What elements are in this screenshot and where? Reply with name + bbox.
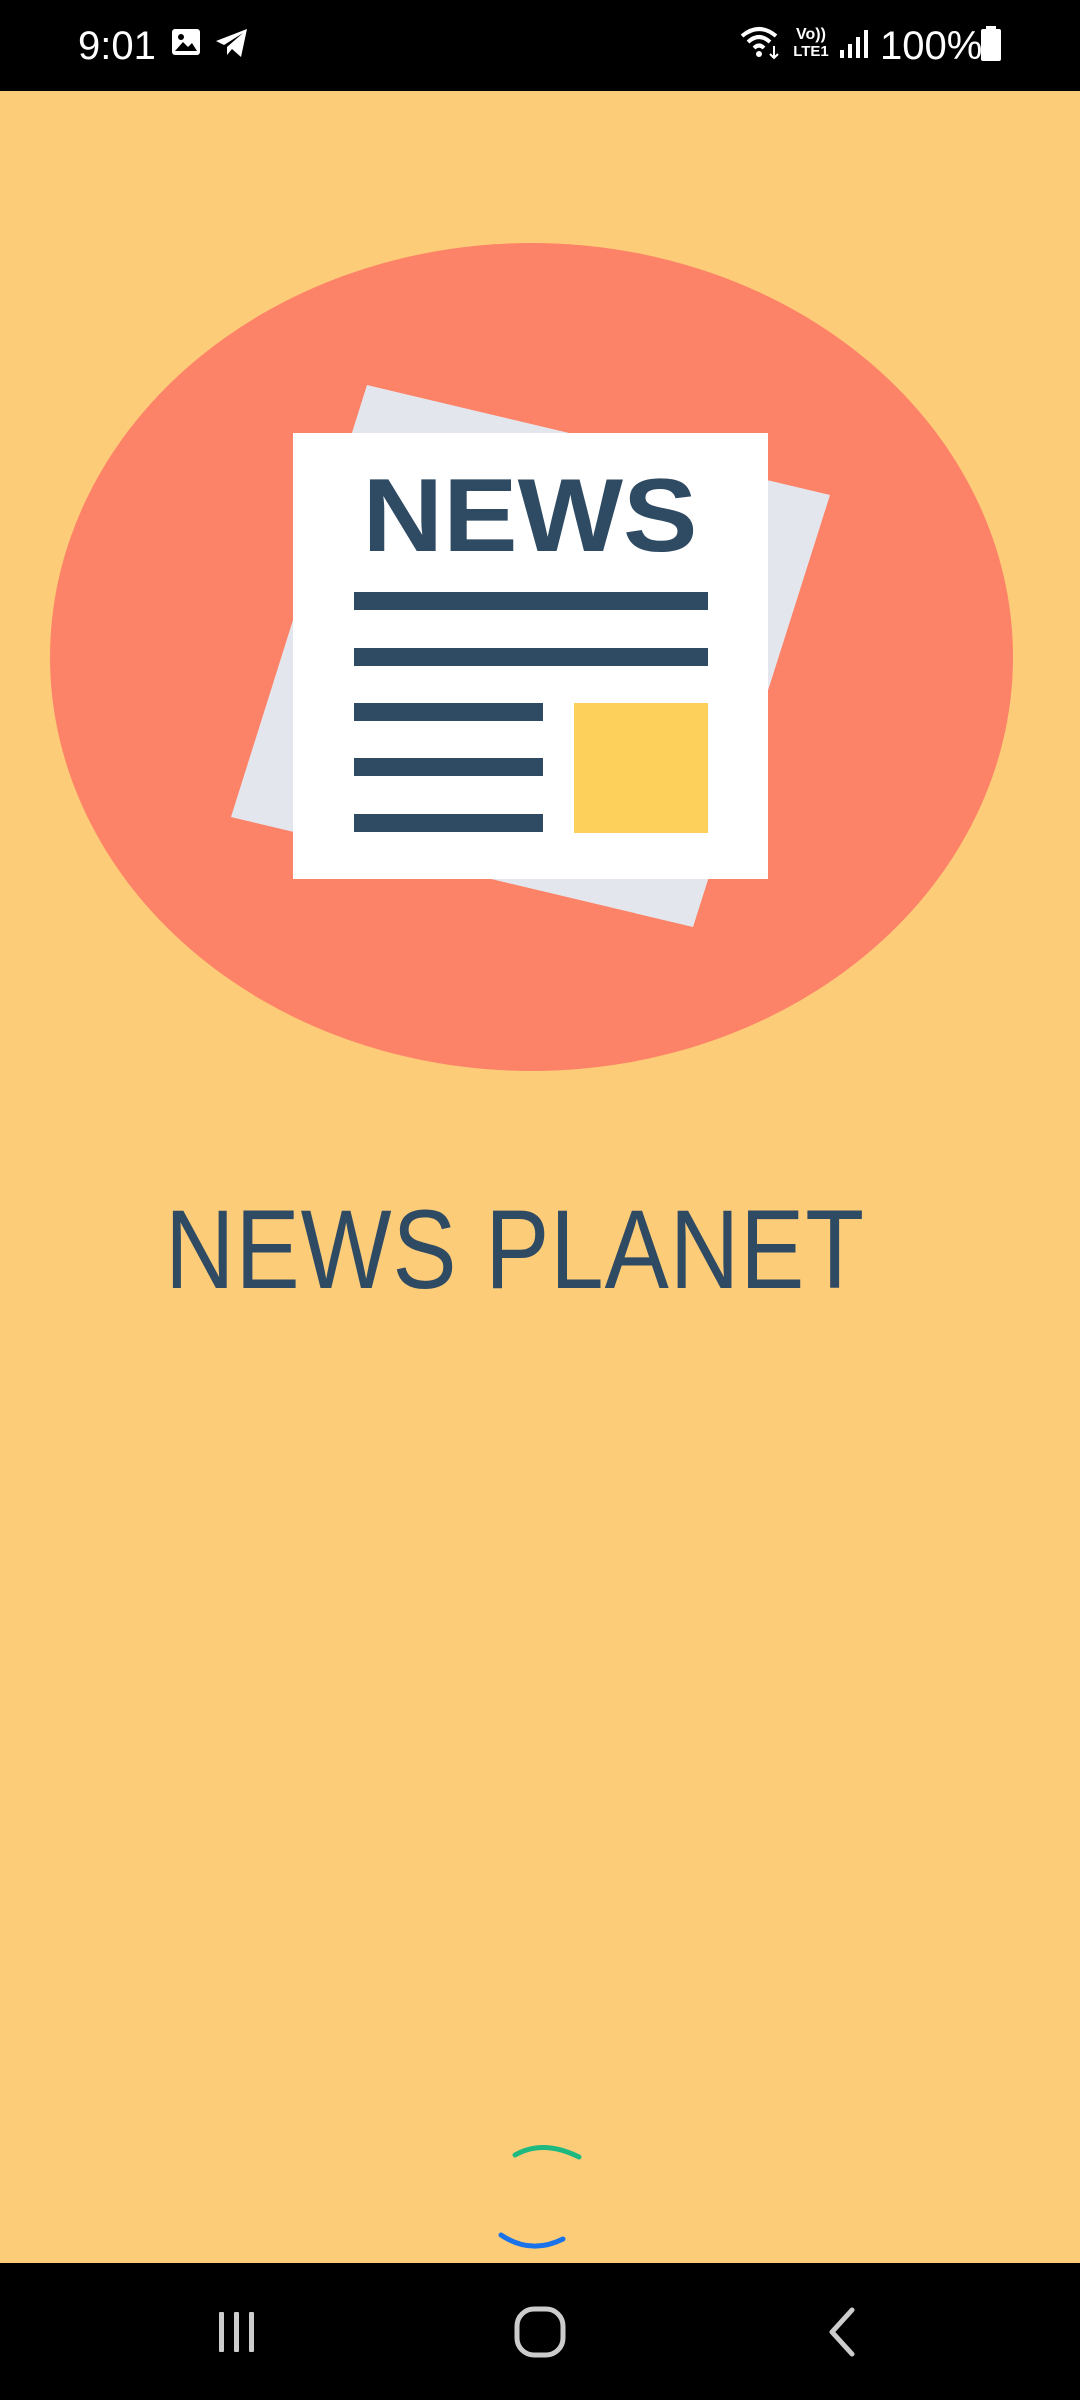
loading-spinner [498,2144,582,2249]
wifi-icon [740,27,779,60]
back-icon [829,2307,855,2356]
photo-block [574,703,708,833]
home-icon [514,2306,566,2357]
recent-apps-button[interactable] [137,2263,337,2400]
volte-label-top: Vo)) [796,26,826,43]
battery-percent: 100% [880,24,983,68]
text-line [354,648,708,666]
navigation-bar [0,2263,1080,2400]
splash-screen: 9:01 Vo)) LTE1 100% NEWS NEWS PLANET [0,0,1080,2400]
battery-icon [981,26,1001,61]
status-bar: 9:01 Vo)) LTE1 100% [0,0,1080,91]
app-title: NEWS PLANET [165,1187,865,1312]
volte-label-bottom: LTE1 [793,43,829,60]
gallery-icon [172,29,200,55]
text-line [354,703,543,721]
news-logo: NEWS [50,243,1013,1071]
spinner-arc-bottom [498,2232,566,2249]
newspaper-icon: NEWS [50,243,1013,1071]
telegram-icon [216,29,247,57]
signal-icon [840,30,868,58]
text-line [354,592,708,610]
back-button[interactable] [742,2263,942,2400]
recent-apps-icon [219,2311,254,2352]
volte-icon: Vo)) LTE1 [790,26,832,60]
home-button[interactable] [440,2263,640,2400]
text-line [354,758,543,776]
text-line [354,814,543,832]
spinner-arc-top [512,2144,582,2160]
news-headline: NEWS [363,458,698,574]
status-time: 9:01 [78,24,156,68]
